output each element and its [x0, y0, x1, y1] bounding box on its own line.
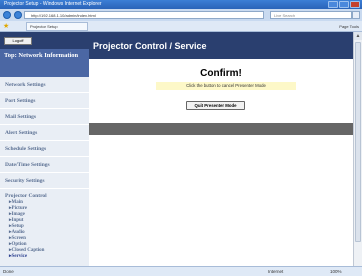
- quit-presenter-mode-button[interactable]: Quit Presenter Mode: [186, 101, 245, 110]
- logout-row: Logoff: [0, 32, 89, 49]
- search-icon[interactable]: [352, 11, 360, 19]
- sidebar-item-network-settings[interactable]: Network Settings: [0, 77, 89, 93]
- back-button[interactable]: [3, 11, 11, 19]
- close-icon[interactable]: [350, 1, 360, 8]
- zoom-level[interactable]: 100%: [330, 267, 342, 276]
- window-title-bar: Projector Setup - Windows Internet Explo…: [0, 0, 362, 9]
- status-bar: Done Internet 100%: [0, 266, 362, 276]
- window-controls: [328, 1, 360, 8]
- address-bar: http://192.168.1.10/admin/index.html Liv…: [0, 9, 362, 21]
- sidebar-item-port-settings[interactable]: Port Settings: [0, 93, 89, 109]
- sidebar-item-alert-settings[interactable]: Alert Settings: [0, 125, 89, 141]
- browser-tab[interactable]: Projector Setup: [26, 22, 88, 31]
- sidebar-item-schedule-settings[interactable]: Schedule Settings: [0, 141, 89, 157]
- status-text: Done: [3, 269, 14, 274]
- scroll-thumb[interactable]: [355, 42, 361, 242]
- scroll-up-icon[interactable]: ▲: [354, 32, 362, 40]
- main-panel: Projector Control / Service Confirm! Cli…: [89, 32, 353, 266]
- page-content: Logoff Top: Network Information Network …: [0, 32, 353, 266]
- page-title: Projector Control / Service: [89, 32, 353, 59]
- confirm-message: Click the button to cancel Presenter Mod…: [156, 82, 296, 90]
- minimize-icon[interactable]: [328, 1, 338, 8]
- security-zone: Internet: [268, 269, 284, 274]
- favorites-star-icon[interactable]: ★: [3, 23, 11, 30]
- sidebar-item-security-settings[interactable]: Security Settings: [0, 173, 89, 189]
- window-title: Projector Setup - Windows Internet Explo…: [4, 1, 102, 7]
- forward-button[interactable]: [14, 11, 22, 19]
- sidebar-item-mail-settings[interactable]: Mail Settings: [0, 109, 89, 125]
- favorites-bar: ★ Projector Setup Page Tools: [0, 21, 362, 32]
- vertical-scrollbar[interactable]: ▲: [353, 32, 362, 266]
- search-input[interactable]: Live Search: [270, 11, 352, 19]
- confirm-heading: Confirm!: [200, 68, 242, 79]
- sidebar-sub-service[interactable]: ▸Service: [0, 254, 89, 260]
- sidebar: Logoff Top: Network Information Network …: [0, 32, 89, 266]
- url-input[interactable]: http://192.168.1.10/admin/index.html: [24, 11, 264, 19]
- sidebar-group-projector-control[interactable]: Projector Control: [0, 189, 89, 200]
- sidebar-item-date-time-settings[interactable]: Date/Time Settings: [0, 157, 89, 173]
- sidebar-item-network-information[interactable]: Top: Network Information: [0, 49, 89, 77]
- footer-divider: [89, 123, 353, 135]
- logoff-button[interactable]: Logoff: [4, 37, 32, 45]
- maximize-icon[interactable]: [339, 1, 349, 8]
- toolbar-commands[interactable]: Page Tools: [339, 23, 359, 30]
